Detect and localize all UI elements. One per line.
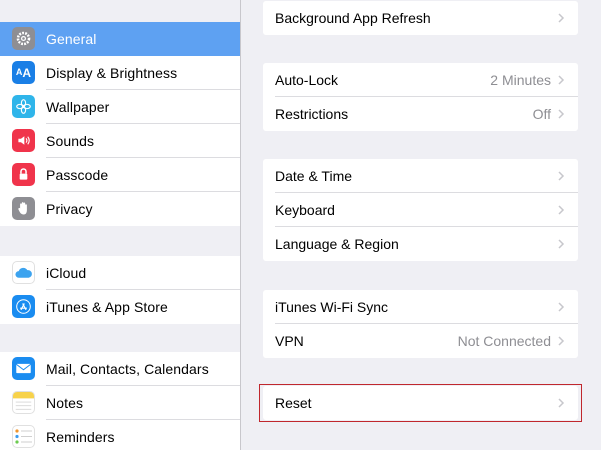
group-sync-vpn: iTunes Wi-Fi Sync VPN Not Connected (263, 290, 578, 358)
sidebar-item-label: Privacy (46, 201, 93, 217)
row-date-time[interactable]: Date & Time (263, 159, 578, 193)
group-lock-restrictions: Auto-Lock 2 Minutes Restrictions Off (263, 63, 578, 131)
settings-sidebar: General AA Display & Brightness Wallpape… (0, 0, 241, 450)
chevron-right-icon (558, 398, 565, 408)
row-label: Reset (275, 395, 312, 411)
sidebar-item-display-brightness[interactable]: AA Display & Brightness (0, 56, 240, 90)
row-label: VPN (275, 333, 304, 349)
chevron-right-icon (558, 302, 565, 312)
chevron-right-icon (558, 75, 565, 85)
sidebar-group-system: General AA Display & Brightness Wallpape… (0, 22, 240, 226)
row-label: Language & Region (275, 236, 399, 252)
speaker-icon (12, 129, 35, 152)
sidebar-item-label: Mail, Contacts, Calendars (46, 361, 209, 377)
lock-icon (12, 163, 35, 186)
row-auto-lock[interactable]: Auto-Lock 2 Minutes (263, 63, 578, 97)
chevron-right-icon (558, 171, 565, 181)
sidebar-group-apps: Mail, Contacts, Calendars Notes Reminder… (0, 352, 240, 450)
mail-icon (12, 357, 35, 380)
sidebar-item-general[interactable]: General (0, 22, 240, 56)
sidebar-item-mail-contacts-calendars[interactable]: Mail, Contacts, Calendars (0, 352, 240, 386)
sidebar-item-icloud[interactable]: iCloud (0, 256, 240, 290)
sidebar-item-privacy[interactable]: Privacy (0, 192, 240, 226)
row-language-region[interactable]: Language & Region (263, 227, 578, 261)
sidebar-item-label: iCloud (46, 265, 87, 281)
flower-icon (12, 95, 35, 118)
chevron-right-icon (558, 109, 565, 119)
row-label: iTunes Wi-Fi Sync (275, 299, 389, 315)
row-value: Not Connected (457, 333, 551, 349)
sidebar-item-label: Sounds (46, 133, 95, 149)
sidebar-item-sounds[interactable]: Sounds (0, 124, 240, 158)
row-label: Background App Refresh (275, 10, 431, 26)
sidebar-item-notes[interactable]: Notes (0, 386, 240, 420)
text-size-icon: AA (12, 61, 35, 84)
row-label: Restrictions (275, 106, 349, 122)
gear-icon (12, 27, 35, 50)
reminders-icon (12, 425, 35, 448)
row-restrictions[interactable]: Restrictions Off (263, 97, 578, 131)
sidebar-item-label: General (46, 31, 97, 47)
cloud-icon (12, 261, 35, 284)
sidebar-item-itunes-app-store[interactable]: iTunes & App Store (0, 290, 240, 324)
hand-icon (12, 197, 35, 220)
sidebar-item-label: iTunes & App Store (46, 299, 168, 315)
sidebar-item-label: Notes (46, 395, 84, 411)
sidebar-item-label: Display & Brightness (46, 65, 178, 81)
sidebar-item-label: Passcode (46, 167, 109, 183)
row-itunes-wifi-sync[interactable]: iTunes Wi-Fi Sync (263, 290, 578, 324)
row-label: Auto-Lock (275, 72, 339, 88)
group-reset: Reset (263, 386, 578, 420)
row-keyboard[interactable]: Keyboard (263, 193, 578, 227)
sidebar-item-label: Reminders (46, 429, 115, 445)
row-label: Keyboard (275, 202, 335, 218)
row-value: Off (532, 106, 551, 122)
notes-icon (12, 391, 35, 414)
row-background-app-refresh[interactable]: Background App Refresh (263, 1, 578, 35)
sidebar-group-accounts: iCloud iTunes & App Store (0, 256, 240, 324)
chevron-right-icon (558, 336, 565, 346)
sidebar-item-wallpaper[interactable]: Wallpaper (0, 90, 240, 124)
row-reset[interactable]: Reset (263, 386, 578, 420)
chevron-right-icon (558, 239, 565, 249)
sidebar-item-reminders[interactable]: Reminders (0, 420, 240, 450)
row-label: Date & Time (275, 168, 353, 184)
row-value: 2 Minutes (490, 72, 551, 88)
sidebar-item-passcode[interactable]: Passcode (0, 158, 240, 192)
group-date-keyboard-language: Date & Time Keyboard Language & Region (263, 159, 578, 261)
chevron-right-icon (558, 205, 565, 215)
group-background-refresh: Background App Refresh (263, 1, 578, 35)
sidebar-item-label: Wallpaper (46, 99, 110, 115)
chevron-right-icon (558, 13, 565, 23)
app-store-icon (12, 295, 35, 318)
row-vpn[interactable]: VPN Not Connected (263, 324, 578, 358)
